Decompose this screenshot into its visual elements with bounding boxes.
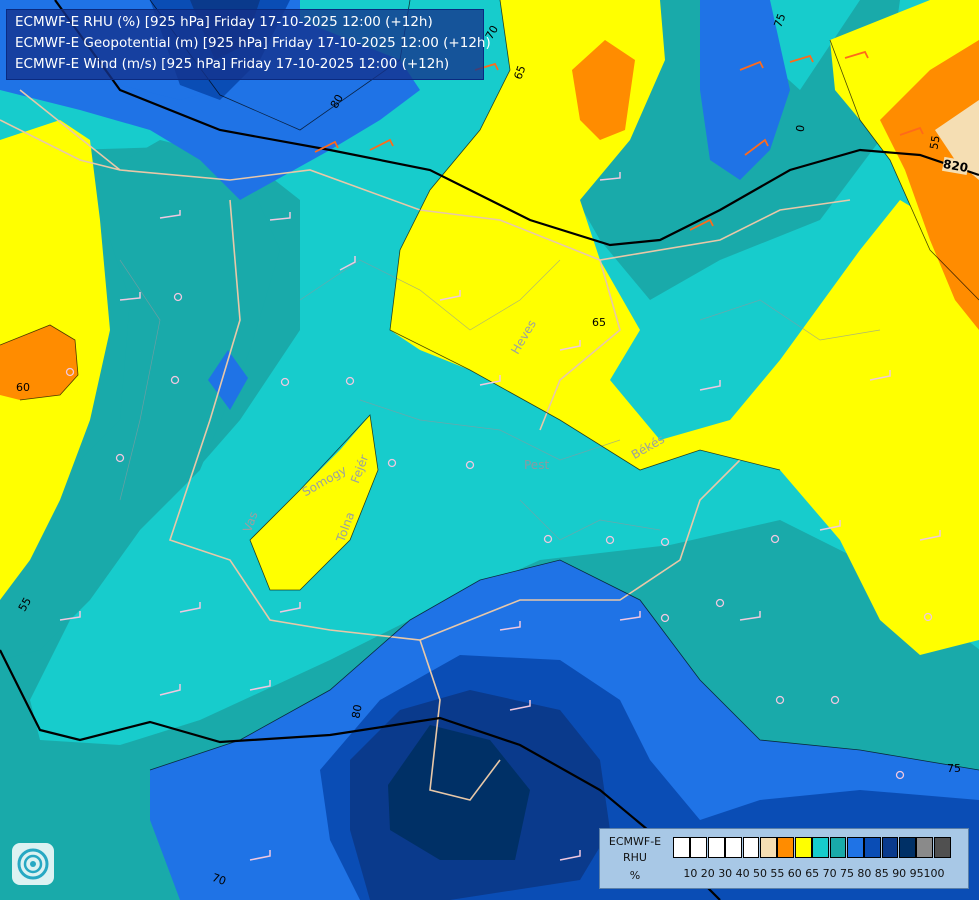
legend-swatch <box>829 837 847 858</box>
legend-swatch <box>690 837 708 858</box>
legend-swatch <box>742 837 760 858</box>
contour-label-65-center: 65 <box>592 316 606 329</box>
title-geopotential: ECMWF-E Geopotential (m) [925 hPa] Frida… <box>15 35 491 51</box>
legend-unit: % <box>629 869 641 882</box>
map-title-box: ECMWF-E RHU (%) [925 hPa] Friday 17-10-2… <box>6 9 491 80</box>
legend-param: RHU <box>623 851 647 864</box>
color-legend: ECMWF-E RHU % 10 20 30 40 50 55 60 65 70 75 80 85 90… <box>599 828 969 889</box>
contour-label-75-se: 75 <box>947 762 961 775</box>
title-rhu: ECMWF-E RHU (%) [925 hPa] Friday 17-10-2… <box>15 14 433 30</box>
legend-swatch <box>673 837 690 858</box>
legend-swatch <box>759 837 777 858</box>
legend-swatch <box>933 837 951 858</box>
legend-swatch <box>725 837 742 858</box>
legend-swatch <box>846 837 864 858</box>
legend-swatch <box>916 837 934 858</box>
ecmwf-logo-icon <box>12 843 54 885</box>
contour-label-55-ne: 55 <box>927 134 943 151</box>
contour-label-60-west: 60 <box>16 381 30 394</box>
region-label-pest: Pest <box>524 458 550 472</box>
legend-swatch <box>899 837 916 858</box>
contour-label-80-south: 80 <box>349 703 365 720</box>
legend-swatch <box>812 837 829 858</box>
title-wind: ECMWF-E Wind (m/s) [925 hPa] Friday 17-1… <box>15 56 450 72</box>
legend-tick-label: 100 <box>923 867 945 880</box>
weather-map <box>0 0 979 900</box>
legend-swatch <box>707 837 725 858</box>
legend-swatches <box>673 837 951 858</box>
legend-swatch <box>794 837 812 858</box>
legend-swatch <box>777 837 795 858</box>
legend-swatch <box>864 837 882 858</box>
legend-model: ECMWF-E <box>608 835 662 848</box>
legend-swatch <box>881 837 899 858</box>
legend-ticks: 10 20 30 40 50 55 60 65 70 75 80 85 90 95 100 <box>673 867 968 881</box>
